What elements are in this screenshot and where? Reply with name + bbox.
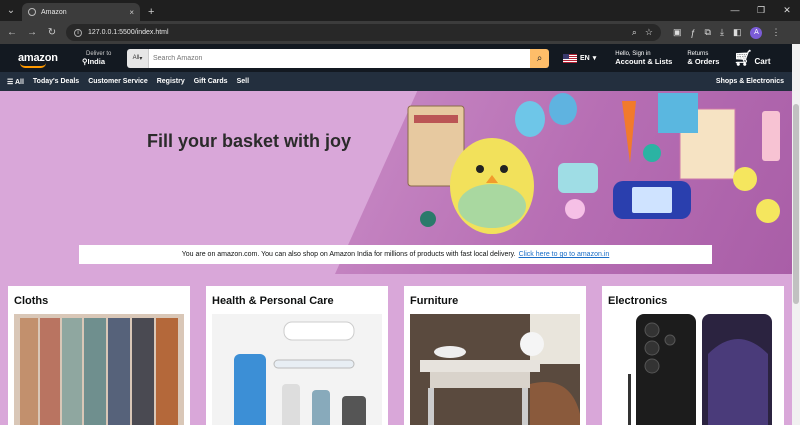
back-icon[interactable]: ← — [6, 27, 18, 38]
lollipop — [565, 199, 585, 219]
close-window-icon[interactable]: ✕ — [774, 0, 800, 21]
amazon-header: amazon Deliver to ⚲India All▾ ⌕ EN ▾ Hel… — [0, 44, 800, 72]
easter-egg — [643, 144, 661, 162]
globe-icon — [28, 8, 36, 16]
window-controls: — ❐ ✕ — [722, 0, 800, 21]
egg-shell — [458, 184, 526, 228]
card-title: Cloths — [14, 295, 49, 307]
all-menu-button[interactable]: ☰ All — [7, 78, 24, 86]
cloths-image — [14, 314, 184, 425]
book-title-band — [414, 115, 458, 123]
easter-egg-2 — [420, 211, 436, 227]
category-cards: Cloths Health & Personal Care Furniture — [0, 274, 800, 425]
baby-shoe-blue-2 — [549, 93, 577, 125]
amazon-india-link[interactable]: Click here to go to amazon.in — [519, 251, 610, 258]
close-tab-icon[interactable]: × — [129, 8, 134, 17]
card-title: Electronics — [608, 295, 668, 307]
cart-label: Cart — [754, 56, 771, 66]
fx-extension-icon[interactable]: ƒ — [691, 28, 696, 38]
sidebar-icon[interactable]: ◧ — [733, 27, 742, 38]
address-bar[interactable]: i 127.0.0.1:5500/index.html ⌕ ☆ — [66, 24, 661, 41]
amazon-logo[interactable]: amazon — [8, 52, 66, 68]
furniture-image — [410, 314, 580, 425]
us-flag-icon — [563, 53, 577, 63]
card-title: Furniture — [410, 295, 459, 307]
nav-item-customer-service[interactable]: Customer Service — [88, 78, 148, 85]
page-scrollbar[interactable] — [792, 44, 800, 425]
deliver-to[interactable]: Deliver to ⚲India — [82, 50, 126, 66]
electronics-image — [608, 314, 778, 425]
category-card-furniture[interactable]: Furniture — [404, 286, 586, 425]
nav-promo-link[interactable]: Shops & Electronics — [716, 78, 793, 85]
search-category-select[interactable]: All ▾ — [127, 48, 149, 68]
tab-title: Amazon — [41, 8, 67, 16]
cart-icon: 🛒︎ — [733, 49, 753, 67]
account-menu[interactable]: Hello, Sign in Account & Lists — [615, 50, 672, 66]
search-bar: All▾ ⌕ — [127, 48, 549, 68]
pencil-cup — [762, 111, 780, 161]
new-tab-button[interactable]: + — [148, 6, 154, 18]
scrollbar-thumb[interactable] — [793, 104, 799, 304]
restore-icon[interactable]: ❐ — [748, 0, 774, 21]
chick-small — [733, 167, 757, 191]
profile-avatar[interactable]: A — [750, 26, 763, 39]
orders-label: & Orders — [687, 57, 720, 66]
deliver-country: India — [87, 57, 106, 66]
zoom-icon[interactable]: ⌕ — [632, 27, 637, 38]
card-title: Health & Personal Care — [212, 295, 334, 307]
nav-item-registry[interactable]: Registry — [157, 78, 185, 85]
hero-banner[interactable]: Fill your basket with joy You are on ama… — [0, 91, 800, 274]
puzzle-icon[interactable]: ⧉ — [705, 27, 711, 38]
baby-shoe-blue — [515, 101, 545, 137]
download-icon[interactable]: ⤓ — [720, 27, 724, 38]
search-icon: ⌕ — [536, 52, 543, 64]
health-care-image — [212, 314, 382, 425]
reload-icon[interactable]: ↻ — [46, 27, 58, 38]
extensions-area: ▣ ƒ ⧉ ⤓ ◧ A ⋮ — [673, 26, 780, 39]
browser-tab-bar: ⌄ Amazon × + — ❐ ✕ — [0, 0, 800, 21]
art-card — [658, 93, 698, 133]
returns-orders[interactable]: Returns & Orders — [687, 50, 719, 66]
category-label: All — [132, 55, 140, 61]
language-label: EN — [580, 54, 590, 62]
site-info-icon[interactable]: i — [74, 28, 82, 37]
logo-smile — [20, 63, 46, 68]
browser-toolbar: ← → ↻ i 127.0.0.1:5500/index.html ⌕ ☆ ▣ … — [0, 21, 800, 44]
bookmark-star-icon[interactable]: ☆ — [645, 27, 653, 38]
browser-tab[interactable]: Amazon × — [22, 3, 140, 21]
search-input[interactable] — [149, 48, 530, 68]
category-card-cloths[interactable]: Cloths — [8, 286, 190, 425]
chevron-down-icon: ▾ — [592, 55, 597, 62]
nav-item-todays-deals[interactable]: Today's Deals — [33, 78, 79, 85]
hero-product-collage — [407, 93, 780, 234]
account-label: Account & Lists — [615, 57, 673, 66]
language-selector[interactable]: EN ▾ — [563, 53, 597, 63]
url-text: 127.0.0.1:5500/index.html — [88, 29, 169, 36]
menu-kebab-icon[interactable]: ⋮ — [771, 27, 780, 38]
category-card-electronics[interactable]: Electronics — [602, 286, 784, 425]
amazon-india-notice: You are on amazon.com. You can also shop… — [79, 245, 712, 264]
chevron-down-icon: ▾ — [139, 55, 143, 62]
hero-headline: Fill your basket with joy — [147, 131, 352, 151]
chick-small-2 — [756, 199, 780, 223]
amazon-nav-bar: ☰ All Today's Deals Customer Service Reg… — [0, 72, 800, 91]
minimize-icon[interactable]: — — [722, 0, 748, 21]
nav-item-sell[interactable]: Sell — [237, 78, 249, 85]
cart-button[interactable]: 🛒︎ Cart — [733, 51, 770, 66]
forward-icon[interactable]: → — [26, 27, 38, 38]
extension-icon[interactable]: ▣ — [673, 27, 682, 38]
carrot-plush — [622, 101, 636, 163]
category-card-health[interactable]: Health & Personal Care — [206, 286, 388, 425]
tab-search-icon[interactable]: ⌄ — [0, 0, 22, 21]
notice-text: You are on amazon.com. You can also shop… — [181, 251, 516, 258]
instant-camera — [558, 163, 598, 193]
search-button[interactable]: ⌕ — [530, 48, 549, 68]
nav-item-gift-cards[interactable]: Gift Cards — [194, 78, 228, 85]
